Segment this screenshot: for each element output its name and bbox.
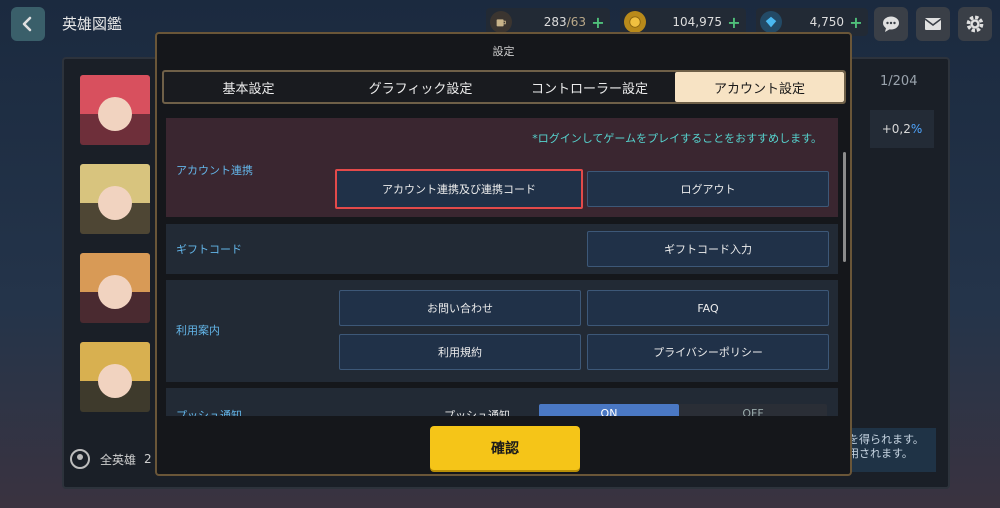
add-gem-button[interactable]: +	[848, 13, 864, 32]
all-heroes-label: 全英雄	[100, 452, 137, 467]
hero-portrait[interactable]	[80, 164, 150, 234]
bonus-value: +0,2%	[870, 110, 934, 148]
bonus-number: +0,2	[881, 122, 911, 136]
hero-portrait[interactable]	[80, 253, 150, 323]
settings-content[interactable]: *ログインしてゲームをプレイすることをおすすめします。 アカウント連携 アカウン…	[164, 114, 840, 416]
toggle-off[interactable]: OFF	[679, 404, 827, 417]
push-notification-toggle[interactable]: ON OFF	[539, 404, 827, 416]
settings-tabs: 基本設定 グラフィック設定 コントローラー設定 アカウント設定	[162, 70, 846, 104]
faq-button[interactable]: FAQ	[587, 290, 829, 326]
modal-title: 設定	[492, 45, 515, 58]
chat-bubble-icon	[883, 16, 899, 32]
account-link-code-button[interactable]: アカウント連携及び連携コード	[335, 169, 583, 209]
stamina-cup-icon	[490, 11, 512, 33]
tab-basic-settings[interactable]: 基本設定	[164, 72, 333, 102]
hero-emblem-icon	[70, 449, 90, 469]
hero-portrait[interactable]	[80, 342, 150, 412]
gold-value: 104,975	[672, 15, 722, 29]
account-link-section: *ログインしてゲームをプレイすることをおすすめします。 アカウント連携 アカウン…	[166, 118, 838, 217]
gift-code-input-button[interactable]: ギフトコード入力	[587, 231, 829, 267]
logout-button[interactable]: ログアウト	[587, 171, 829, 207]
settings-button[interactable]	[958, 7, 992, 41]
tab-account-settings[interactable]: アカウント設定	[675, 72, 844, 102]
back-button[interactable]	[11, 7, 45, 41]
mail-button[interactable]	[916, 7, 950, 41]
screen-title: 英雄図鑑	[62, 15, 123, 33]
confirm-button[interactable]: 確認	[430, 426, 580, 470]
chat-button[interactable]	[874, 7, 908, 41]
gear-icon	[966, 15, 984, 33]
hero-portrait[interactable]	[80, 75, 150, 145]
push-notification-section: プッシュ通知 プッシュ通知 ON OFF	[166, 388, 838, 416]
tab-controller-settings[interactable]: コントローラー設定	[505, 72, 674, 102]
usage-guide-label: 利用案内	[176, 324, 220, 337]
info-note-line: を得られます。	[848, 433, 924, 446]
push-notification-label: プッシュ通知	[176, 409, 242, 416]
gem-icon	[760, 11, 782, 33]
login-recommend-text: *ログインしてゲームをプレイすることをおすすめします。	[532, 132, 822, 145]
usage-guide-section: 利用案内 お問い合わせ FAQ 利用規約 プライバシーポリシー	[166, 280, 838, 382]
privacy-policy-button[interactable]: プライバシーポリシー	[587, 334, 829, 370]
stamina-value: 283	[543, 15, 567, 29]
bonus-unit: %	[910, 122, 923, 136]
gift-code-section: ギフトコード ギフトコード入力	[166, 224, 838, 274]
settings-modal: 設定 基本設定 グラフィック設定 コントローラー設定 アカウント設定 *ログイン…	[155, 32, 852, 476]
toggle-on[interactable]: ON	[539, 404, 679, 416]
info-note: を得られます。 用されます。	[842, 428, 936, 472]
push-notification-sublabel: プッシュ通知	[444, 409, 510, 416]
gift-code-label: ギフトコード	[176, 243, 242, 256]
contact-button[interactable]: お問い合わせ	[339, 290, 581, 326]
settings-scrollbar[interactable]	[843, 152, 846, 262]
gem-value: 4,750	[809, 15, 844, 29]
add-stamina-button[interactable]: +	[590, 13, 606, 32]
terms-button[interactable]: 利用規約	[339, 334, 581, 370]
gold-coin-icon	[624, 11, 646, 33]
tab-graphics-settings[interactable]: グラフィック設定	[336, 72, 505, 102]
mail-icon	[924, 18, 942, 30]
hero-count: 1/204	[880, 74, 918, 89]
hero-list-footer: 全英雄 2	[68, 447, 152, 471]
all-heroes-value: 2	[144, 452, 152, 466]
info-note-line: 用されます。	[848, 447, 913, 460]
stamina-max: /63	[566, 15, 586, 29]
add-gold-button[interactable]: +	[726, 13, 742, 32]
account-link-label: アカウント連携	[176, 164, 253, 177]
back-arrow-icon	[22, 16, 32, 32]
